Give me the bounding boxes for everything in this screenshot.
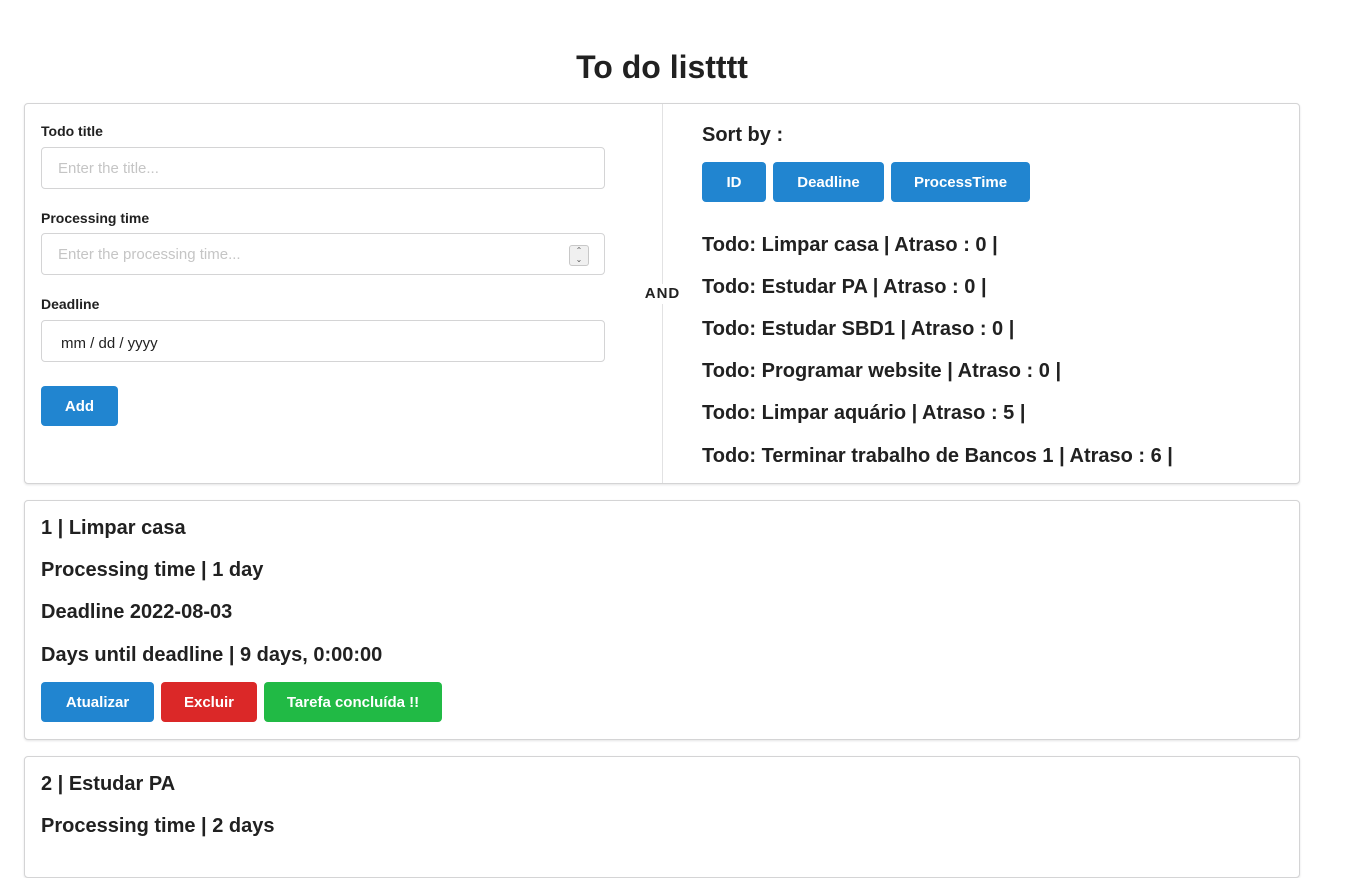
todo-card-days-until: Days until deadline | 9 days, 0:00:00 [41, 644, 383, 666]
ordered-todo-item: Todo: Estudar PA | Atraso : 0 | [702, 276, 987, 298]
deadline-date-value: mm / dd / yyyy [61, 335, 158, 352]
todo-card-deadline: Deadline 2022-08-03 [41, 601, 233, 623]
sort-by-title: Sort by : [702, 124, 784, 146]
todo-title-input[interactable] [41, 147, 605, 189]
todo-card-header: 1 | Limpar casa [41, 517, 186, 539]
todo-card-header: 2 | Estudar PA [41, 773, 176, 795]
todo-card: 2 | Estudar PA Processing time | 2 days [24, 756, 1300, 878]
processing-time-wrapper: ⌃ ⌄ [25, 233, 625, 277]
todo-card-processing: Processing time | 1 day [41, 559, 264, 581]
processing-time-label: Processing time [41, 210, 150, 226]
spinner-up-icon[interactable]: ⌃ [570, 246, 588, 255]
update-button[interactable]: Atualizar [41, 682, 154, 722]
deadline-label: Deadline [41, 296, 100, 312]
delete-button[interactable]: Excluir [161, 682, 257, 722]
add-button[interactable]: Add [41, 386, 118, 426]
todo-title-label: Todo title [41, 123, 103, 139]
spinner-down-icon[interactable]: ⌄ [570, 255, 588, 264]
form-and-sort-panel: Todo title Processing time ⌃ ⌄ Deadline … [24, 103, 1300, 484]
todo-card-processing: Processing time | 2 days [41, 815, 275, 837]
page-title: To do listttt [576, 49, 748, 85]
ordered-todo-item: Todo: Limpar casa | Atraso : 0 | [702, 234, 998, 256]
sort-deadline-button[interactable]: Deadline [773, 162, 884, 202]
number-spinner[interactable]: ⌃ ⌄ [569, 245, 589, 266]
divider-and-text: AND [637, 284, 688, 304]
ordered-todo-item: Todo: Estudar SBD1 | Atraso : 0 | [702, 318, 1015, 340]
sort-id-button[interactable]: ID [702, 162, 766, 202]
todo-card: 1 | Limpar casa Processing time | 1 day … [24, 500, 1300, 740]
sort-processtime-button[interactable]: ProcessTime [891, 162, 1030, 202]
ordered-todo-item: Todo: Limpar aquário | Atraso : 5 | [702, 402, 1026, 424]
ordered-todo-item: Todo: Programar website | Atraso : 0 | [702, 360, 1062, 382]
processing-time-input[interactable] [41, 233, 605, 275]
ordered-todo-item: Todo: Terminar trabalho de Bancos 1 | At… [702, 445, 1173, 467]
complete-button[interactable]: Tarefa concluída !! [264, 682, 442, 722]
